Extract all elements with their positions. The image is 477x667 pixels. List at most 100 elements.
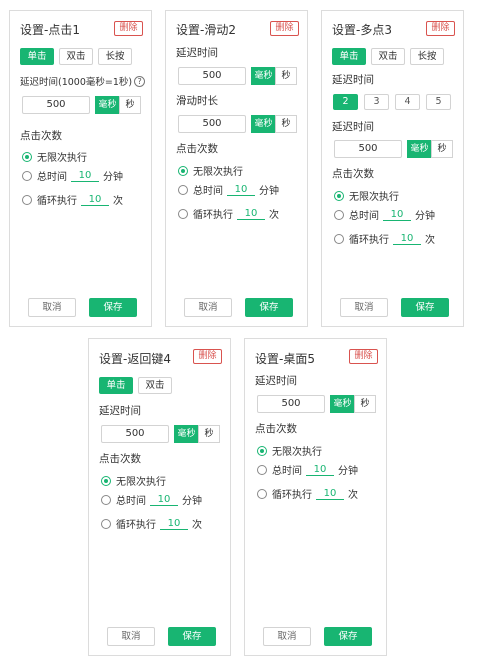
radio-unlimited[interactable] bbox=[22, 151, 32, 162]
option-unlimited-label: 无限次执行 bbox=[37, 153, 87, 164]
radio-total-time[interactable] bbox=[22, 170, 32, 181]
click-count-label: 点击次数 bbox=[332, 168, 374, 180]
question-circle-icon[interactable]: ? bbox=[134, 76, 146, 87]
option-loop-label: 循环执行 bbox=[349, 235, 389, 246]
radio-loop[interactable] bbox=[101, 518, 111, 529]
option-total-time[interactable]: 总时间 10 分钟 bbox=[257, 462, 358, 477]
cancel-button[interactable]: 取消 bbox=[184, 298, 232, 317]
tab-single-click[interactable]: 单击 bbox=[99, 377, 133, 394]
radio-total-time[interactable] bbox=[334, 209, 344, 220]
save-button[interactable]: 保存 bbox=[89, 298, 137, 317]
option-unlimited[interactable]: 无限次执行 bbox=[334, 188, 399, 203]
option-total-time[interactable]: 总时间 10 分钟 bbox=[334, 207, 435, 222]
times-unit: 次 bbox=[425, 235, 435, 246]
tab-single-click[interactable]: 单击 bbox=[332, 48, 366, 65]
slide-duration-input[interactable]: 500 bbox=[178, 115, 246, 133]
option-unlimited[interactable]: 无限次执行 bbox=[257, 443, 322, 458]
delete-button[interactable]: 删除 bbox=[426, 21, 455, 36]
cancel-button[interactable]: 取消 bbox=[107, 627, 155, 646]
delay-input[interactable]: 500 bbox=[101, 425, 169, 443]
unit-ms-button[interactable]: 毫秒 bbox=[251, 67, 276, 85]
delay-input[interactable]: 500 bbox=[22, 96, 90, 114]
save-button[interactable]: 保存 bbox=[324, 627, 372, 646]
unit-ms-button[interactable]: 毫秒 bbox=[407, 140, 432, 158]
delay-input[interactable]: 500 bbox=[257, 395, 325, 413]
option-total-time[interactable]: 总时间 10 分钟 bbox=[22, 168, 123, 183]
tab-double-click[interactable]: 双击 bbox=[138, 377, 172, 394]
unit-sec-button[interactable]: 秒 bbox=[275, 115, 297, 133]
option-loop[interactable]: 循环执行 10 次 bbox=[101, 516, 202, 531]
unit-sec-button[interactable]: 秒 bbox=[275, 67, 297, 85]
radio-unlimited[interactable] bbox=[257, 445, 267, 456]
option-unlimited[interactable]: 无限次执行 bbox=[22, 149, 87, 164]
cancel-button[interactable]: 取消 bbox=[28, 298, 76, 317]
total-time-input[interactable]: 10 bbox=[306, 464, 334, 476]
point-count-3[interactable]: 3 bbox=[364, 94, 389, 110]
radio-unlimited[interactable] bbox=[101, 475, 111, 486]
loop-count-input[interactable]: 10 bbox=[237, 208, 265, 220]
option-unlimited[interactable]: 无限次执行 bbox=[101, 473, 166, 488]
click-count-label: 点击次数 bbox=[255, 423, 297, 435]
save-button[interactable]: 保存 bbox=[168, 627, 216, 646]
unit-ms-button[interactable]: 毫秒 bbox=[174, 425, 199, 443]
radio-unlimited[interactable] bbox=[178, 165, 188, 176]
option-loop[interactable]: 循环执行 10 次 bbox=[334, 231, 435, 246]
option-loop[interactable]: 循环执行 10 次 bbox=[178, 206, 279, 221]
radio-loop[interactable] bbox=[334, 233, 344, 244]
option-loop[interactable]: 循环执行 10 次 bbox=[22, 192, 123, 207]
settings-card-swipe: 设置-滑动2 删除 延迟时间 500 毫秒 秒 滑动时长 500 毫秒 秒 点击… bbox=[165, 10, 308, 327]
tab-long-press[interactable]: 长按 bbox=[410, 48, 444, 65]
cancel-button[interactable]: 取消 bbox=[263, 627, 311, 646]
option-total-time[interactable]: 总时间 10 分钟 bbox=[101, 492, 202, 507]
tab-double-click[interactable]: 双击 bbox=[59, 48, 93, 65]
delete-button[interactable]: 删除 bbox=[349, 349, 378, 364]
option-unlimited[interactable]: 无限次执行 bbox=[178, 163, 243, 178]
loop-count-input[interactable]: 10 bbox=[81, 194, 109, 206]
radio-total-time[interactable] bbox=[101, 494, 111, 505]
option-total-time[interactable]: 总时间 10 分钟 bbox=[178, 182, 279, 197]
unit-sec-button[interactable]: 秒 bbox=[119, 96, 141, 114]
unit-ms-button[interactable]: 毫秒 bbox=[251, 115, 276, 133]
total-time-input[interactable]: 10 bbox=[227, 184, 255, 196]
radio-total-time[interactable] bbox=[257, 464, 267, 475]
cancel-button[interactable]: 取消 bbox=[340, 298, 388, 317]
delay-label: 延迟时间 bbox=[332, 121, 374, 133]
loop-count-input[interactable]: 10 bbox=[160, 518, 188, 530]
delete-button[interactable]: 删除 bbox=[270, 21, 299, 36]
option-total-time-label: 总时间 bbox=[37, 172, 67, 183]
save-button[interactable]: 保存 bbox=[245, 298, 293, 317]
tab-long-press[interactable]: 长按 bbox=[98, 48, 132, 65]
point-count-2[interactable]: 2 bbox=[333, 94, 358, 110]
delay-input[interactable]: 500 bbox=[178, 67, 246, 85]
settings-card-home: 设置-桌面5 删除 延迟时间 500 毫秒 秒 点击次数 无限次执行 总时间 1… bbox=[244, 338, 387, 656]
unit-sec-button[interactable]: 秒 bbox=[198, 425, 220, 443]
tab-single-click[interactable]: 单击 bbox=[20, 48, 54, 65]
settings-card-click: 设置-点击1 删除 单击 双击 长按 延迟时间(1000毫秒=1秒)? 500 … bbox=[9, 10, 152, 327]
radio-unlimited[interactable] bbox=[334, 190, 344, 201]
delay-input[interactable]: 500 bbox=[334, 140, 402, 158]
loop-count-input[interactable]: 10 bbox=[316, 488, 344, 500]
save-button[interactable]: 保存 bbox=[401, 298, 449, 317]
delete-button[interactable]: 删除 bbox=[193, 349, 222, 364]
minutes-unit: 分钟 bbox=[338, 466, 358, 477]
radio-loop[interactable] bbox=[22, 194, 32, 205]
total-time-input[interactable]: 10 bbox=[150, 494, 178, 506]
option-loop-label: 循环执行 bbox=[37, 196, 77, 207]
radio-loop[interactable] bbox=[178, 208, 188, 219]
tab-double-click[interactable]: 双击 bbox=[371, 48, 405, 65]
radio-total-time[interactable] bbox=[178, 184, 188, 195]
delay-label: 延迟时间 bbox=[332, 74, 374, 86]
settings-card-multipoint: 设置-多点3 删除 单击 双击 长按 延迟时间 2 3 4 5 延迟时间 500… bbox=[321, 10, 464, 327]
loop-count-input[interactable]: 10 bbox=[393, 233, 421, 245]
option-loop[interactable]: 循环执行 10 次 bbox=[257, 486, 358, 501]
total-time-input[interactable]: 10 bbox=[71, 170, 99, 182]
point-count-5[interactable]: 5 bbox=[426, 94, 451, 110]
delete-button[interactable]: 删除 bbox=[114, 21, 143, 36]
unit-sec-button[interactable]: 秒 bbox=[431, 140, 453, 158]
unit-ms-button[interactable]: 毫秒 bbox=[95, 96, 120, 114]
radio-loop[interactable] bbox=[257, 488, 267, 499]
point-count-4[interactable]: 4 bbox=[395, 94, 420, 110]
total-time-input[interactable]: 10 bbox=[383, 209, 411, 221]
unit-sec-button[interactable]: 秒 bbox=[354, 395, 376, 413]
unit-ms-button[interactable]: 毫秒 bbox=[330, 395, 355, 413]
